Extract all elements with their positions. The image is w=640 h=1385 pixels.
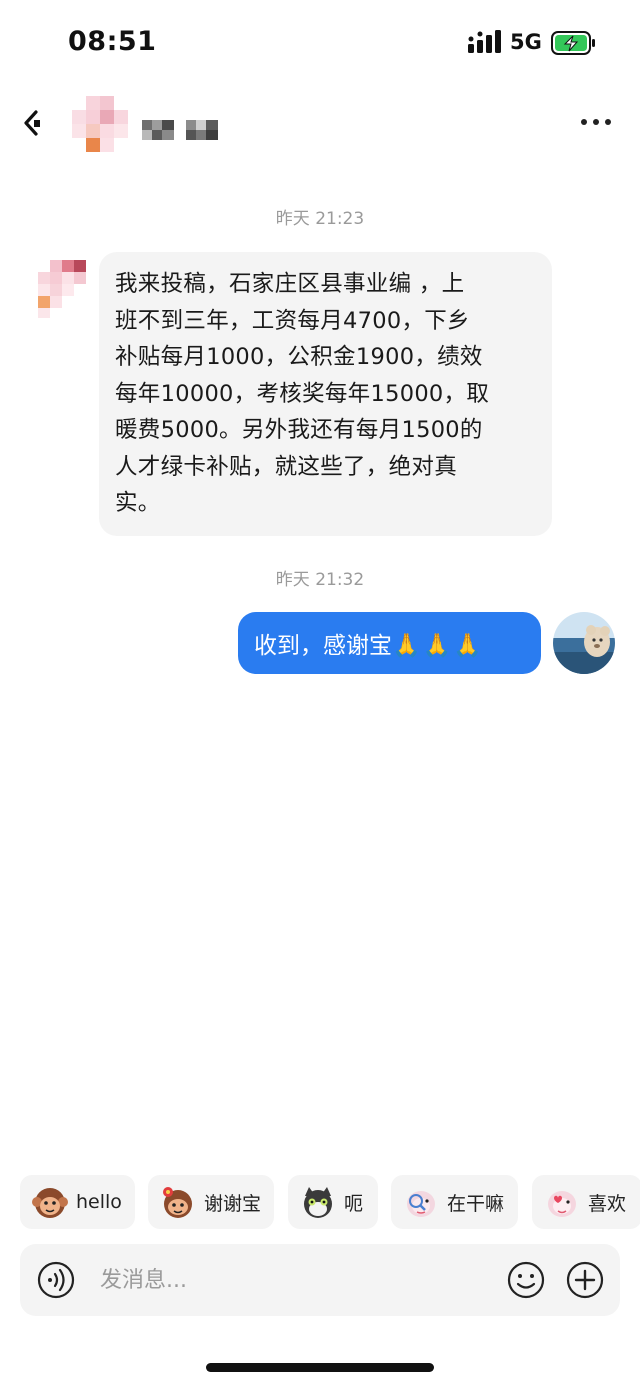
more-dots-icon[interactable] bbox=[576, 110, 616, 134]
quick-reply-label: 在干嘛 bbox=[447, 1192, 505, 1215]
chat-header bbox=[0, 88, 640, 168]
contact-avatar[interactable] bbox=[66, 96, 132, 162]
message-line: 每年10000，考核奖每年15000，取 bbox=[115, 380, 490, 407]
quick-reply-chip[interactable]: 喜欢 bbox=[532, 1175, 640, 1229]
search-monkey-sticker-icon bbox=[407, 1191, 435, 1217]
message-line: 人才绿卡补贴，就这些了，绝对真 bbox=[115, 453, 458, 480]
status-bar: 08:51 5G bbox=[0, 0, 640, 88]
home-indicator[interactable] bbox=[206, 1363, 434, 1372]
network-type: 5G bbox=[510, 30, 542, 54]
quick-reply-label: 呃 bbox=[344, 1192, 364, 1215]
cat-sticker-icon bbox=[304, 1187, 332, 1218]
love-monkey-sticker-icon bbox=[548, 1191, 576, 1217]
plus-icon[interactable] bbox=[565, 1260, 605, 1300]
message-input[interactable] bbox=[100, 1262, 480, 1298]
message-line: 实。 bbox=[115, 490, 161, 516]
message-line: 补贴每月1000，公积金1900，绩效 bbox=[115, 344, 483, 370]
peer-avatar[interactable] bbox=[32, 260, 90, 318]
voice-icon[interactable] bbox=[36, 1260, 76, 1300]
quick-reply-label: 喜欢 bbox=[588, 1192, 627, 1215]
message-input-bar bbox=[20, 1244, 620, 1316]
self-avatar[interactable] bbox=[553, 612, 615, 674]
contact-name-redacted bbox=[142, 120, 218, 140]
message-line: 班不到三年，工资每月4700，下乡 bbox=[115, 307, 470, 334]
signal-strength-icon bbox=[468, 30, 501, 53]
monkey-flower-sticker-icon bbox=[163, 1187, 192, 1218]
status-time: 08:51 bbox=[68, 26, 157, 57]
outgoing-message-bubble[interactable]: 收到，感谢宝🙏🙏🙏 bbox=[238, 612, 541, 674]
message-timestamp: 昨天 21:23 bbox=[275, 209, 365, 229]
quick-reply-label: hello bbox=[76, 1191, 122, 1213]
battery-charging-icon bbox=[551, 31, 595, 55]
quick-reply-label: 谢谢宝 bbox=[204, 1192, 262, 1215]
back-arrow-icon[interactable] bbox=[22, 106, 52, 140]
message-line: 暖费5000。另外我还有每月1500的 bbox=[115, 417, 483, 443]
message-line: 我来投稿，石家庄区县事业编 ，上 bbox=[115, 271, 465, 297]
message-text: 收到，感谢宝 bbox=[254, 633, 392, 659]
quick-reply-chip[interactable]: 呃 bbox=[288, 1175, 378, 1229]
quick-reply-bar: hello 谢谢宝 呃 在干嘛 喜欢 bbox=[20, 1175, 640, 1229]
monkey-sticker-icon bbox=[32, 1188, 68, 1218]
self-avatar-image bbox=[553, 612, 615, 674]
emoji-icon[interactable] bbox=[506, 1260, 546, 1300]
quick-reply-chip[interactable]: 谢谢宝 bbox=[148, 1175, 274, 1229]
incoming-message-bubble[interactable]: 我来投稿，石家庄区县事业编 ，上 班不到三年，工资每月4700，下乡 补贴每月1… bbox=[99, 252, 552, 536]
message-timestamp: 昨天 21:32 bbox=[275, 570, 365, 590]
quick-reply-chip[interactable]: 在干嘛 bbox=[391, 1175, 518, 1229]
quick-reply-chip[interactable]: hello bbox=[20, 1175, 135, 1229]
pray-emoji: 🙏🙏🙏 bbox=[392, 633, 484, 659]
